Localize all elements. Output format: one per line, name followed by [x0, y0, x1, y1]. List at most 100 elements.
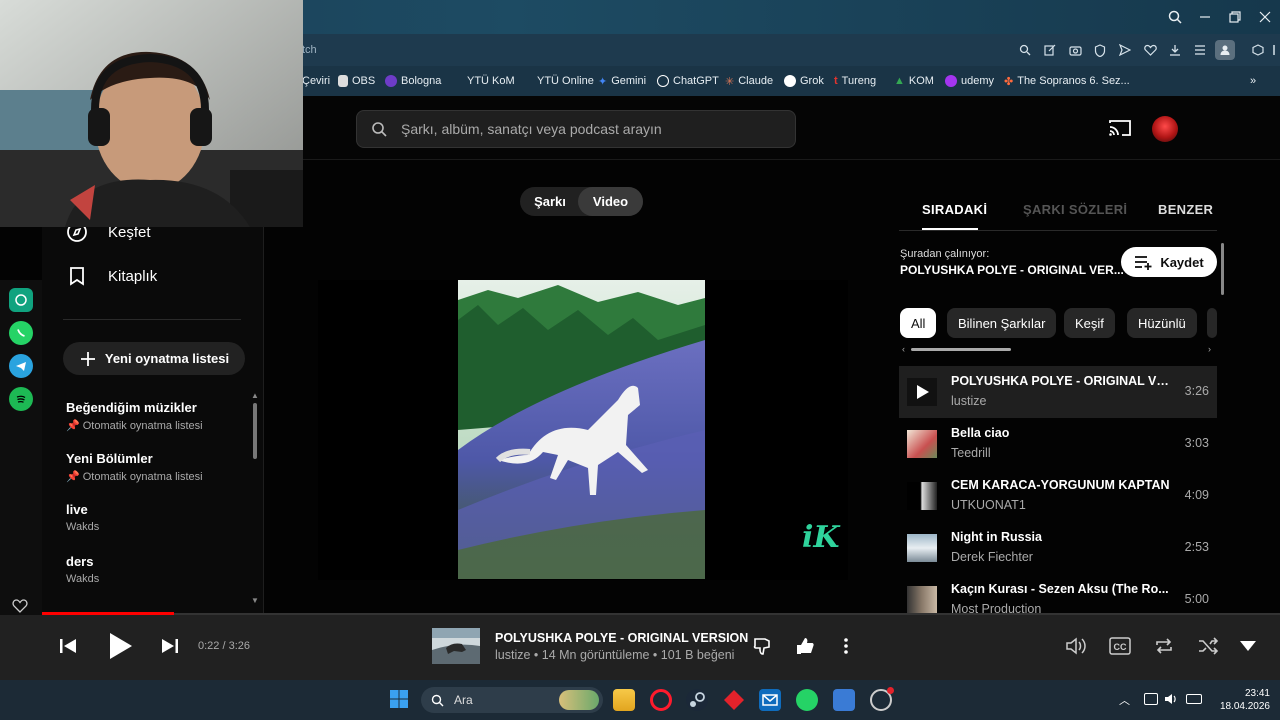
red-diamond-icon[interactable]	[723, 689, 745, 711]
playlist-item[interactable]: ders Wakds	[66, 554, 246, 585]
bookmark-item[interactable]: Bologna	[385, 73, 441, 89]
camera-icon[interactable]	[1065, 40, 1085, 60]
opera-icon[interactable]	[650, 689, 672, 711]
shuffle-button[interactable]	[1196, 632, 1220, 660]
search-icon	[431, 694, 444, 706]
chatgpt-icon[interactable]	[9, 288, 33, 312]
search-input[interactable]: Şarkı, albüm, sanatçı veya podcast arayı…	[356, 110, 796, 148]
captions-button[interactable]: CC	[1108, 632, 1132, 660]
network-icon[interactable]	[1144, 693, 1158, 705]
system-clock[interactable]: 23:41 18.04.2026	[1210, 687, 1270, 713]
bookmark-item[interactable]: ChatGPT	[657, 73, 719, 89]
next-button[interactable]	[160, 632, 180, 660]
bookmark-item[interactable]: ✦ Gemini	[598, 73, 646, 89]
chip-all[interactable]: All	[900, 308, 937, 338]
scroll-down-icon[interactable]: ▼	[251, 596, 259, 605]
volume-button[interactable]	[1064, 632, 1088, 660]
minimize-icon[interactable]	[1194, 6, 1216, 28]
taskbar-search[interactable]: Ara	[421, 687, 603, 713]
bookmark-item[interactable]: ▲ KOM	[894, 73, 934, 89]
now-playing-subtitle[interactable]: lustize • 14 Mn görüntüleme • 101 B beğe…	[495, 648, 734, 662]
url-text[interactable]: tch	[302, 44, 317, 56]
tab-lyrics[interactable]: ŞARKI SÖZLERİ	[1023, 202, 1127, 217]
chevron-right-icon[interactable]: ›	[1208, 344, 1211, 354]
chip-overflow[interactable]	[1207, 308, 1217, 338]
bookmark-item[interactable]: udemy	[945, 73, 994, 89]
start-icon[interactable]	[389, 689, 409, 709]
send-icon[interactable]	[1115, 40, 1135, 60]
toggle-song[interactable]: Şarkı	[520, 187, 580, 216]
previous-button[interactable]	[58, 632, 78, 660]
save-button[interactable]: Kaydet	[1121, 247, 1217, 277]
queue-row[interactable]: Bella ciao Teedrill 3:03	[899, 418, 1217, 470]
edit-icon[interactable]	[1040, 40, 1060, 60]
like-button[interactable]	[794, 632, 816, 660]
bookmark-item[interactable]: ✤ The Sopranos 6. Sez...	[1004, 73, 1130, 89]
expand-player-button[interactable]	[1238, 632, 1258, 660]
bookmark-item[interactable]: YTÜ Online	[537, 73, 594, 89]
cast-icon[interactable]	[1108, 118, 1132, 138]
chip-sad[interactable]: Hüzünlü	[1127, 308, 1197, 338]
shield-icon[interactable]	[1090, 40, 1110, 60]
bookmark-item[interactable]: ✳ Claude	[725, 73, 773, 89]
sidebar-item-library[interactable]: Kitaplık	[66, 263, 157, 289]
toggle-video[interactable]: Video	[578, 187, 643, 216]
chip-discover[interactable]: Keşif	[1064, 308, 1115, 338]
steam-icon[interactable]	[686, 689, 708, 711]
speaker-icon[interactable]	[1164, 692, 1178, 706]
repeat-button[interactable]	[1152, 632, 1176, 660]
queue-row[interactable]: Night in Russia Derek Fiechter 2:53	[899, 522, 1217, 574]
download-icon[interactable]	[1165, 40, 1185, 60]
spotify-icon[interactable]	[9, 387, 33, 411]
heart-icon[interactable]	[1140, 40, 1160, 60]
close-icon[interactable]	[1254, 6, 1276, 28]
bookmark-item[interactable]: YTÜ KoM	[467, 73, 515, 89]
play-button[interactable]	[104, 632, 136, 660]
sidebar-scrollbar[interactable]	[253, 403, 257, 459]
bookmark-item[interactable]: Çeviri	[302, 73, 330, 89]
tab-up-next[interactable]: SIRADAKİ	[922, 202, 987, 217]
more-bookmarks-icon[interactable]: »	[1250, 73, 1256, 89]
whatsapp-icon[interactable]	[796, 689, 818, 711]
chip-known-songs[interactable]: Bilinen Şarkılar	[947, 308, 1057, 338]
playlist-item[interactable]: Yeni Bölümler 📌 Otomatik oynatma listesi	[66, 451, 246, 483]
now-playing-title[interactable]: POLYUSHKA POLYE - ORIGINAL VERSION	[495, 631, 748, 645]
queue-artist: Teedrill	[951, 446, 991, 460]
queue-row[interactable]: POLYUSHKA POLYE - ORIGINAL VE... lustize…	[899, 366, 1217, 418]
sidebar-toggle-icon[interactable]	[1264, 40, 1280, 60]
queue-scrollbar[interactable]	[1221, 243, 1224, 295]
avatar[interactable]	[1152, 116, 1178, 142]
bookmark-item[interactable]: t Tureng	[834, 73, 876, 89]
mail-icon[interactable]	[759, 689, 781, 711]
playlist-item[interactable]: Beğendiğim müzikler 📌 Otomatik oynatma l…	[66, 400, 246, 432]
queue-row[interactable]: Kaçın Kurası - Sezen Aksu (The Ro... Mos…	[899, 574, 1217, 613]
dev-tool-icon[interactable]	[833, 689, 855, 711]
menu-icon[interactable]	[1190, 40, 1210, 60]
volume-icon	[1066, 637, 1086, 655]
restore-icon[interactable]	[1224, 6, 1246, 28]
dislike-button[interactable]	[752, 632, 774, 660]
bookmark-item[interactable]: Grok	[784, 73, 824, 89]
tab-related[interactable]: BENZER	[1158, 202, 1213, 217]
scroll-up-icon[interactable]: ▲	[251, 391, 259, 400]
telegram-icon[interactable]	[9, 354, 33, 378]
queue-row[interactable]: CEM KARACA-YORGUNUM KAPTAN UTKUONAT1 4:0…	[899, 470, 1217, 522]
playlist-item[interactable]: live Wakds	[66, 502, 246, 533]
search-icon[interactable]	[1164, 6, 1186, 28]
tray-chevron-icon[interactable]: ︿	[1119, 692, 1130, 708]
heart-icon[interactable]	[12, 598, 28, 614]
settings-icon[interactable]	[870, 687, 894, 711]
profile-icon[interactable]	[1215, 40, 1235, 60]
more-options-button[interactable]	[838, 632, 854, 660]
whatsapp-icon[interactable]	[9, 321, 33, 345]
file-explorer-icon[interactable]	[613, 689, 635, 711]
active-tab-indicator	[922, 228, 978, 230]
battery-icon[interactable]	[1186, 694, 1202, 704]
bookmark-icon	[70, 267, 84, 286]
new-playlist-button[interactable]: Yeni oynatma listesi	[63, 342, 245, 375]
zoom-icon[interactable]	[1015, 40, 1035, 60]
chevron-left-icon[interactable]: ‹	[902, 344, 905, 354]
now-playing-thumbnail[interactable]	[432, 628, 480, 664]
chip-scrollbar[interactable]	[911, 348, 1011, 351]
bookmark-item[interactable]: OBS	[338, 73, 375, 89]
